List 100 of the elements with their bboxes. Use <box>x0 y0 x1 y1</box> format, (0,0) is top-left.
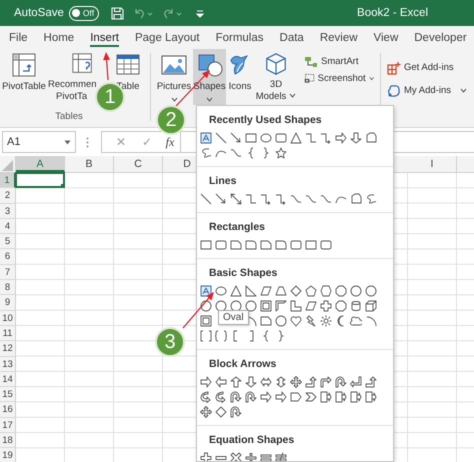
grip-icon[interactable] <box>86 136 89 148</box>
row-header[interactable]: 1 <box>0 173 16 188</box>
shapes-button[interactable]: Shapes <box>193 49 226 105</box>
elbow-arrow-icon[interactable] <box>260 192 272 204</box>
multiply-icon[interactable] <box>230 452 242 461</box>
row-header[interactable]: 7 <box>0 264 16 280</box>
ribbon-tab[interactable]: Insert <box>90 28 119 46</box>
right-arrow-icon[interactable] <box>275 390 287 402</box>
bent-arrow-icon[interactable] <box>320 376 332 388</box>
lightning-icon[interactable] <box>305 314 317 326</box>
get-add-ins-button[interactable]: Get Add-ins <box>385 59 469 76</box>
cloud-icon[interactable] <box>350 314 362 326</box>
u-turn-arrow-icon[interactable] <box>230 390 242 402</box>
down-arrow-icon[interactable] <box>350 132 362 144</box>
trapezoid-icon[interactable] <box>275 284 287 296</box>
cube-icon[interactable] <box>365 300 377 312</box>
ribbon-tab[interactable]: Data <box>280 28 304 46</box>
my-add-ins-button[interactable]: My Add-ins <box>385 82 469 99</box>
bent-up-arrow-icon[interactable] <box>305 376 317 388</box>
u-turn-arrow-icon[interactable] <box>230 406 242 418</box>
row-header[interactable]: 13 <box>0 356 16 372</box>
octagon-icon[interactable] <box>335 284 347 296</box>
row-header[interactable]: 17 <box>0 418 16 434</box>
row-header[interactable]: 5 <box>0 234 16 250</box>
rectangle-icon[interactable] <box>200 238 212 250</box>
cylinder-icon[interactable] <box>350 300 362 312</box>
arrow-line-icon[interactable] <box>215 192 227 204</box>
circle-icon[interactable] <box>365 284 377 296</box>
l-shape-icon[interactable] <box>290 300 302 312</box>
s-curve-icon[interactable] <box>290 192 302 204</box>
scribble-icon[interactable] <box>200 146 212 158</box>
parallelogram-icon[interactable] <box>305 300 317 312</box>
pentagon-arrow-icon[interactable] <box>290 390 302 402</box>
parallelogram-icon[interactable] <box>260 284 272 296</box>
circle-icon[interactable] <box>215 300 227 312</box>
row-header[interactable]: 12 <box>0 341 16 357</box>
left-up-arrow-icon[interactable] <box>350 376 362 388</box>
ribbon-tab[interactable]: View <box>374 28 398 46</box>
sun-icon[interactable] <box>320 314 332 326</box>
icons-button[interactable]: Icons <box>226 49 254 105</box>
smartart-button[interactable]: SmartArt <box>302 53 376 70</box>
equal-icon[interactable] <box>260 452 272 461</box>
diamond-icon[interactable] <box>290 284 302 296</box>
row-header[interactable]: 9 <box>0 295 16 311</box>
bent-up-arrow-icon[interactable] <box>365 376 377 388</box>
ribbon-tab[interactable]: Developer <box>414 28 467 46</box>
autosave-toggle[interactable]: Off <box>68 6 100 20</box>
row-header[interactable]: 14 <box>0 372 16 388</box>
divide-icon[interactable] <box>245 452 257 461</box>
pivot-table-button[interactable]: PivotTable <box>2 49 46 105</box>
row-header[interactable]: 18 <box>0 433 16 448</box>
u-turn-arrow-icon[interactable] <box>335 376 347 388</box>
chevron-icon[interactable] <box>305 390 317 402</box>
circle-icon[interactable] <box>275 314 287 326</box>
u-turn-arrow-icon[interactable] <box>245 390 257 402</box>
save-icon[interactable] <box>111 6 124 20</box>
up-arrow-icon[interactable] <box>230 376 242 388</box>
right-arrow-icon[interactable] <box>335 132 347 144</box>
frame-icon[interactable] <box>200 314 212 326</box>
name-box[interactable]: A1 <box>2 131 76 153</box>
brace-pair-icon[interactable] <box>215 330 227 342</box>
callout-arrow-icon[interactable] <box>335 390 347 402</box>
triangle-icon[interactable] <box>230 284 242 296</box>
curved-arrow-icon[interactable] <box>200 390 212 402</box>
text-box-icon[interactable] <box>200 132 212 144</box>
row-header[interactable]: 15 <box>0 387 16 402</box>
right-triangle-icon[interactable] <box>245 284 257 296</box>
arrow-line-icon[interactable] <box>230 132 242 144</box>
double-arrow-line-icon[interactable] <box>230 192 242 204</box>
ribbon-tab[interactable]: Home <box>44 28 74 46</box>
callout-arrow-icon[interactable] <box>320 390 332 402</box>
row-header[interactable]: 16 <box>0 402 16 418</box>
diamond-icon[interactable] <box>215 406 227 418</box>
column-header[interactable]: C <box>114 156 163 172</box>
row-header[interactable]: 6 <box>0 249 16 265</box>
cross-icon[interactable] <box>320 300 332 312</box>
column-header[interactable]: A <box>16 156 65 172</box>
half-frame-icon[interactable] <box>275 300 287 312</box>
rectangle-icon[interactable] <box>245 132 257 144</box>
row-header[interactable]: 11 <box>0 326 16 342</box>
ribbon-tab[interactable]: Page Layout <box>134 28 200 46</box>
customize-icon[interactable] <box>196 8 204 18</box>
3d-models-button[interactable]: 3D Models <box>254 49 298 105</box>
up-down-arrow-icon[interactable] <box>275 376 287 388</box>
line-icon[interactable] <box>215 132 227 144</box>
selected-cell[interactable] <box>15 172 65 188</box>
rectangle-icon[interactable] <box>305 238 317 250</box>
elbow-connector-icon[interactable] <box>305 132 317 144</box>
left-arrow-icon[interactable] <box>215 376 227 388</box>
freeform-icon[interactable] <box>365 132 377 144</box>
down-arrow-icon[interactable] <box>245 376 257 388</box>
not-equal-icon[interactable] <box>275 452 287 461</box>
plus-icon[interactable] <box>200 452 212 461</box>
bracket-pair-icon[interactable] <box>200 330 212 342</box>
s-curve-icon[interactable] <box>305 192 317 204</box>
elbow-arrow-icon[interactable] <box>275 192 287 204</box>
row-header[interactable]: 10 <box>0 310 16 326</box>
row-header[interactable]: 8 <box>0 280 16 296</box>
right-arrow-icon[interactable] <box>200 376 212 388</box>
octagon-icon[interactable] <box>335 300 347 312</box>
